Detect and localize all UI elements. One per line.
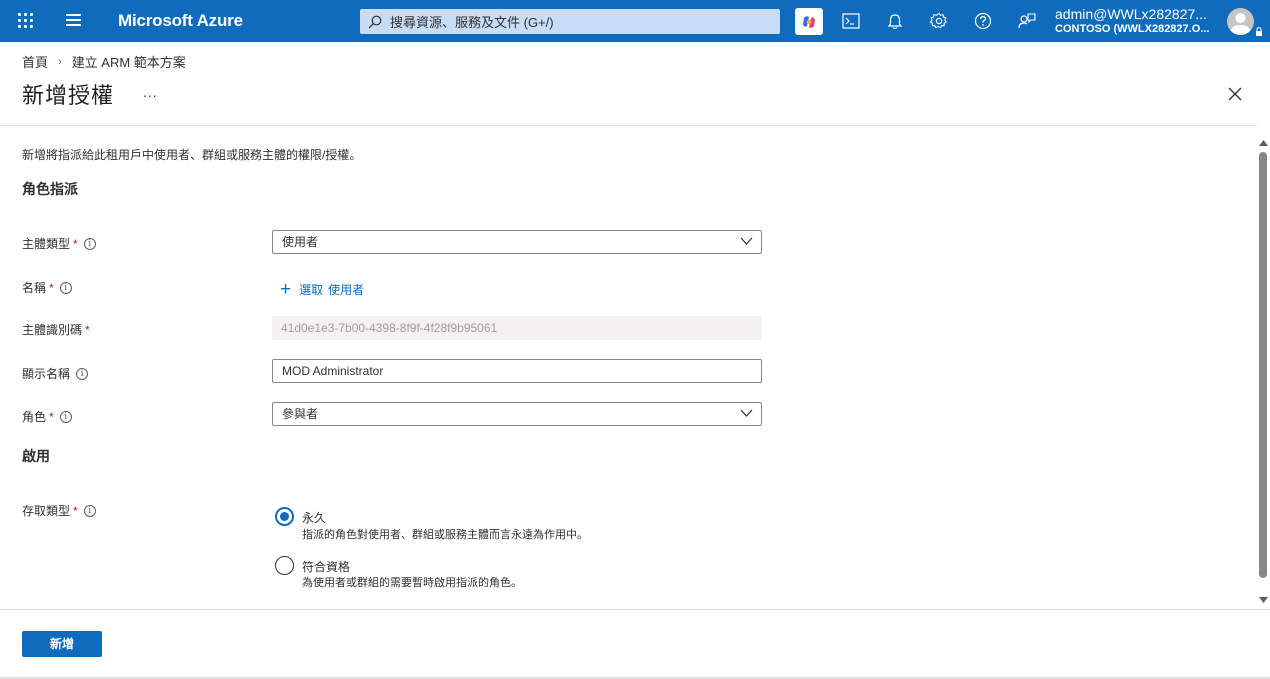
header-divider (0, 125, 1257, 126)
radio-permanent-label[interactable]: 永久 (302, 509, 326, 526)
role-label-text: 角色 (22, 410, 47, 424)
access-type-label-text: 存取類型 (22, 504, 71, 518)
copilot-icon (803, 15, 815, 28)
portal-menu-icon[interactable] (66, 14, 82, 28)
radio-eligible[interactable] (275, 556, 294, 575)
settings-button[interactable] (928, 10, 950, 32)
info-icon[interactable]: i (59, 281, 72, 294)
chevron-right-icon: › (58, 55, 62, 68)
select-link-target: 使用者 (328, 283, 365, 297)
footer-divider (0, 609, 1270, 610)
required-mark: * (49, 280, 54, 295)
search-icon (368, 15, 382, 28)
access-type-label: 存取類型 * i (22, 502, 96, 519)
display-name-label: 顯示名稱 i (22, 365, 89, 382)
required-mark: * (73, 236, 78, 251)
principal-type-value: 使用者 (282, 235, 319, 249)
avatar[interactable] (1227, 8, 1254, 35)
lock-icon (1256, 27, 1262, 36)
breadcrumb: 首頁 › 建立 ARM 範本方案 (22, 52, 186, 71)
terminal-icon (842, 13, 860, 29)
info-icon[interactable]: i (76, 367, 89, 380)
plus-icon: + (280, 278, 292, 300)
required-mark: * (49, 409, 54, 424)
feedback-icon (1018, 13, 1036, 29)
role-assignment-heading: 角色指派 (22, 181, 78, 197)
select-link-action: 選取 (299, 283, 324, 297)
required-mark: * (73, 503, 78, 518)
principal-id-label: 主體識別碼 * (22, 321, 90, 338)
radio-eligible-description: 為使用者或群組的需要暫時啟用指派的角色。 (302, 577, 522, 589)
role-label: 角色 * i (22, 408, 72, 425)
radio-permanent-description: 指派的角色對使用者、群組或服務主體而言永遠為作用中。 (302, 529, 588, 541)
page-description: 新增將指派給此租用戶中使用者、群組或服務主體的權限/授權。 (22, 148, 362, 162)
principal-type-label-text: 主體類型 (22, 237, 71, 251)
close-icon[interactable] (1227, 86, 1243, 102)
chevron-down-icon (740, 409, 753, 417)
role-value: 參與者 (282, 407, 319, 421)
gear-icon (930, 12, 948, 29)
app-launcher-icon[interactable] (18, 13, 34, 29)
scrollbar-thumb[interactable] (1259, 152, 1267, 578)
required-mark: * (85, 322, 90, 337)
display-name-field[interactable]: MOD Administrator (272, 359, 762, 383)
help-icon (974, 12, 992, 30)
more-options-button[interactable]: ... (143, 84, 158, 100)
select-user-link[interactable]: + 選取 使用者 (280, 278, 365, 300)
top-bar: Microsoft Azure 搜尋資源、服務及文件 (G+/) admin@W… (0, 0, 1270, 42)
page-title: 新增授權 (22, 83, 115, 108)
role-dropdown[interactable]: 參與者 (272, 402, 762, 426)
scroll-up-icon[interactable] (1259, 140, 1268, 146)
name-label: 名稱 * i (22, 279, 72, 296)
search-placeholder: 搜尋資源、服務及文件 (G+/) (390, 15, 554, 30)
help-button[interactable] (972, 10, 994, 32)
account-user: admin@WWLx282827... (1055, 6, 1207, 22)
global-search-input[interactable]: 搜尋資源、服務及文件 (G+/) (360, 9, 780, 34)
activation-heading: 啟用 (22, 448, 50, 464)
radio-eligible-label[interactable]: 符合資格 (302, 558, 350, 575)
brand-name[interactable]: Microsoft Azure (118, 11, 243, 31)
copilot-button[interactable] (795, 8, 823, 35)
feedback-button[interactable] (1016, 10, 1038, 32)
cloud-shell-button[interactable] (840, 10, 862, 32)
scroll-down-icon[interactable] (1259, 597, 1268, 603)
principal-id-label-text: 主體識別碼 (22, 323, 83, 337)
bell-icon (887, 13, 903, 29)
account-tenant: CONTOSO (WWLX282827.O... (1055, 23, 1210, 35)
chevron-down-icon (740, 237, 753, 245)
info-icon[interactable]: i (83, 237, 96, 250)
user-avatar-icon (1230, 13, 1251, 35)
principal-type-label: 主體類型 * i (22, 235, 96, 252)
breadcrumb-home[interactable]: 首頁 (22, 52, 48, 71)
info-icon[interactable]: i (59, 410, 72, 423)
principal-id-field: 41d0e1e3-7b00-4398-8f9f-4f28f9b95061 (272, 316, 762, 340)
principal-type-dropdown[interactable]: 使用者 (272, 230, 762, 254)
radio-permanent[interactable] (275, 507, 294, 526)
add-button[interactable]: 新增 (22, 631, 102, 657)
info-icon[interactable]: i (83, 504, 96, 517)
breadcrumb-current[interactable]: 建立 ARM 範本方案 (72, 52, 186, 71)
name-label-text: 名稱 (22, 281, 47, 295)
account-menu[interactable]: admin@WWLx282827... CONTOSO (WWLX282827.… (1055, 6, 1220, 35)
display-name-label-text: 顯示名稱 (22, 367, 71, 381)
notifications-button[interactable] (884, 10, 906, 32)
